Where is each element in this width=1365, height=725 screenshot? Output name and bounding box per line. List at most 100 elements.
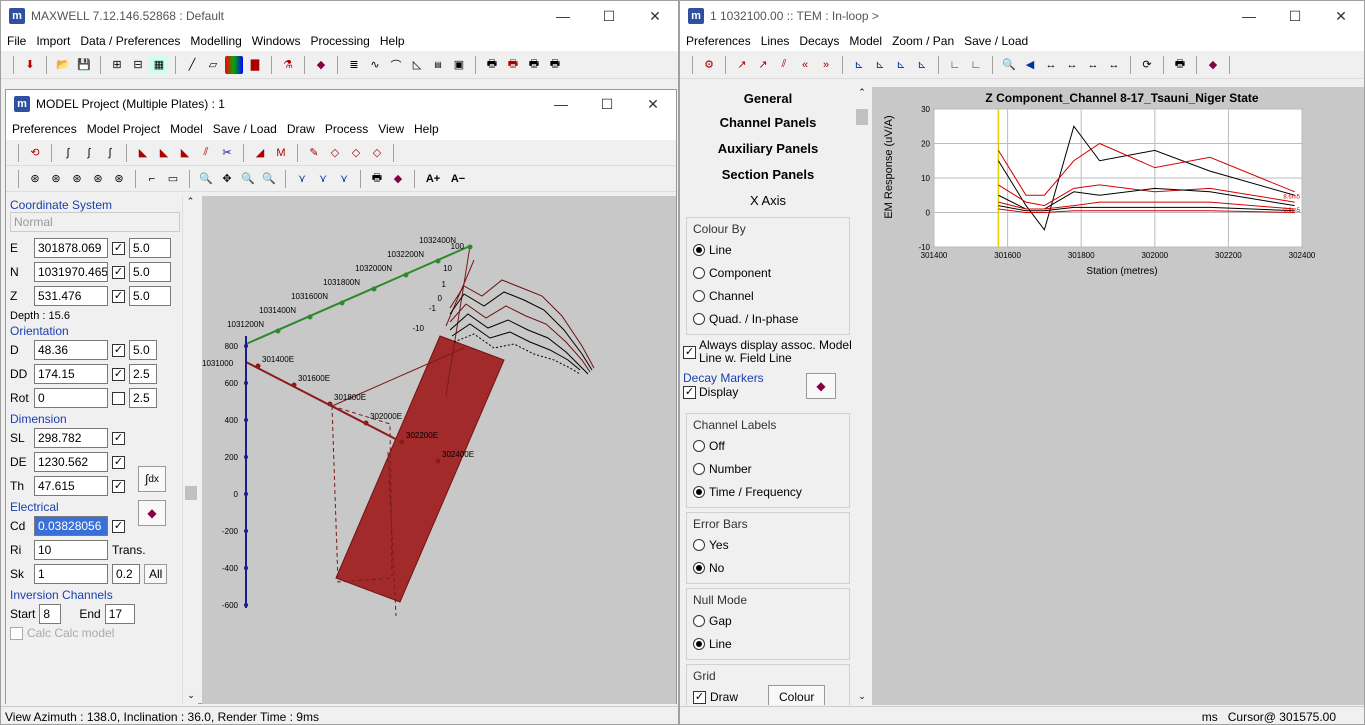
d-input[interactable]: 48.36 xyxy=(34,340,108,360)
radio-channel[interactable] xyxy=(693,289,705,302)
rewind-icon[interactable]: « xyxy=(796,56,814,74)
model-menu-model[interactable]: Model xyxy=(170,122,203,136)
conductor-plate[interactable] xyxy=(335,335,505,603)
calc-model-row[interactable]: Calc Calc model xyxy=(10,626,186,640)
filter-1-icon[interactable]: ⋎ xyxy=(293,170,311,188)
map-icon[interactable]: ▦ xyxy=(150,55,168,74)
sl-input[interactable]: 298.782 xyxy=(34,428,108,448)
channel-labels-number-option[interactable]: Number xyxy=(693,457,843,480)
tem-print-icon[interactable]: 🖶 xyxy=(1171,56,1189,74)
frame-icon[interactable]: ▭ xyxy=(164,170,182,188)
save-icon[interactable]: 💾 xyxy=(75,56,93,74)
th-checkbox[interactable]: ✓ xyxy=(112,479,125,493)
nav-auxiliary-panels[interactable]: Auxiliary Panels xyxy=(680,135,856,161)
label-1-icon[interactable]: ⊾ xyxy=(850,56,868,74)
menu-data-preferences[interactable]: Data / Preferences xyxy=(80,34,180,48)
z-step-input[interactable]: 5.0 xyxy=(129,286,171,306)
channel-labels-off-option[interactable]: Off xyxy=(693,434,843,457)
cd-checkbox[interactable]: ✓ xyxy=(112,519,125,533)
refresh-model-icon[interactable]: ⟲ xyxy=(26,144,44,162)
zoom-auto-icon[interactable]: 🔍 xyxy=(1000,56,1018,74)
grid-colour-button[interactable]: Colour xyxy=(768,685,826,705)
d-step-input[interactable]: 5.0 xyxy=(129,340,157,360)
model-close-button[interactable]: ✕ xyxy=(630,90,676,118)
options-scroll-up-icon[interactable]: ⌃ xyxy=(854,87,870,101)
plate-outline3-icon[interactable]: ◇ xyxy=(368,144,386,162)
tem-maximize-button[interactable]: ☐ xyxy=(1272,1,1318,31)
select-all-icon[interactable]: ↗ xyxy=(754,56,772,74)
view-5-icon[interactable]: ⊛ xyxy=(110,170,128,188)
model-menu-preferences[interactable]: Preferences xyxy=(12,122,77,136)
pan-icon[interactable]: ✥ xyxy=(218,170,236,188)
model-menu-view[interactable]: View xyxy=(378,122,404,136)
triangle-icon[interactable]: ◺ xyxy=(408,56,426,74)
label-n-icon[interactable]: ⊾ xyxy=(892,56,910,74)
options-scroll-thumb[interactable] xyxy=(856,109,868,125)
maximize-button[interactable]: ☐ xyxy=(586,1,632,31)
model-maximize-button[interactable]: ☐ xyxy=(584,90,630,118)
expand-h4-icon[interactable]: ↔ xyxy=(1105,56,1123,74)
options-scrollbar[interactable]: ⌃ ⌄ xyxy=(854,87,870,705)
grid-icon[interactable]: ⊞ xyxy=(108,56,126,74)
colour-by-component-option[interactable]: Component xyxy=(693,261,843,284)
d-checkbox[interactable]: ✓ xyxy=(112,343,125,357)
forward-icon[interactable]: » xyxy=(817,56,835,74)
decay-book-button[interactable]: ◆ xyxy=(806,373,836,399)
start-input[interactable]: 8 xyxy=(39,604,62,624)
book-button[interactable]: ◆ xyxy=(138,500,166,526)
model-3d-viewport[interactable]: 1032400N 1032200N 1032000N 1031800N 1031600N… xyxy=(202,196,676,704)
redraw-icon[interactable]: ⟳ xyxy=(1138,56,1156,74)
decay-icon[interactable]: ∿ xyxy=(366,56,384,74)
window-icon[interactable]: ▣ xyxy=(450,56,468,74)
edit-icon[interactable]: ✎ xyxy=(305,144,323,162)
end-input[interactable]: 17 xyxy=(104,604,135,624)
import-icon[interactable]: ⬇ xyxy=(21,56,39,74)
model-menu-model-project[interactable]: Model Project xyxy=(87,122,160,136)
tem-book-icon[interactable]: ◆ xyxy=(1204,56,1222,74)
chart-icon[interactable]: ▇ xyxy=(246,56,264,74)
process-icon[interactable]: ⚗ xyxy=(279,56,297,74)
tem-close-button[interactable]: ✕ xyxy=(1318,1,1364,31)
radio-null-line[interactable] xyxy=(693,637,705,650)
plate-red-icon[interactable]: ◣ xyxy=(134,144,152,162)
chart-area[interactable]: Z Component_Channel 8-17_Tsauni_Niger St… xyxy=(872,87,1364,705)
model-3d-scene[interactable]: 1032400N1032200N1032000N1031800N1031600N… xyxy=(202,196,676,704)
nav-x-axis[interactable]: X Axis xyxy=(680,187,856,213)
e-step-input[interactable]: 5.0 xyxy=(129,238,171,258)
scroll-down-icon[interactable]: ⌄ xyxy=(183,690,199,704)
view-3-icon[interactable]: ⊛ xyxy=(68,170,86,188)
view-2-icon[interactable]: ⊛ xyxy=(47,170,65,188)
expand-h3-icon[interactable]: ↔ xyxy=(1084,56,1102,74)
radio-no[interactable] xyxy=(693,561,705,574)
menu-import[interactable]: Import xyxy=(36,34,70,48)
n-checkbox[interactable]: ✓ xyxy=(112,265,125,279)
always-display-option[interactable]: ✓ Always display assoc. Model Line w. Fi… xyxy=(680,339,856,365)
print-setup-icon[interactable]: 🖶 xyxy=(525,56,543,74)
integral-all-icon[interactable]: ∫ xyxy=(80,144,98,162)
always-display-checkbox[interactable]: ✓ xyxy=(683,345,696,359)
data-table-icon[interactable]: ▤ xyxy=(429,56,447,74)
integral-tdr-icon[interactable]: ∫ xyxy=(101,144,119,162)
line-tool-icon[interactable]: ╱ xyxy=(183,56,201,74)
zoom-out-icon[interactable]: 🔍 xyxy=(260,170,278,188)
tem-menu-decays[interactable]: Decays xyxy=(799,34,839,48)
menu-windows[interactable]: Windows xyxy=(252,34,301,48)
cd-input[interactable]: 0.03828056 xyxy=(34,516,108,536)
view-4-icon[interactable]: ⊛ xyxy=(89,170,107,188)
open-folder-icon[interactable]: 📂 xyxy=(54,56,72,74)
radio-time-frequency[interactable] xyxy=(693,485,705,498)
menu-file[interactable]: File xyxy=(7,34,26,48)
expand-h2-icon[interactable]: ↔ xyxy=(1063,56,1081,74)
axes-icon[interactable]: ⌐ xyxy=(143,170,161,188)
tem-menu-lines[interactable]: Lines xyxy=(761,34,790,48)
properties-scrollbar[interactable]: ⌃ ⌄ xyxy=(182,196,198,704)
rot-checkbox[interactable] xyxy=(112,391,125,405)
rot-step-input[interactable]: 2.5 xyxy=(129,388,157,408)
th-input[interactable]: 47.615 xyxy=(34,476,108,496)
plate-add-icon[interactable]: ◣ xyxy=(155,144,173,162)
n-step-input[interactable]: 5.0 xyxy=(129,262,171,282)
font-decrease-button[interactable]: A− xyxy=(447,170,469,188)
tem-menu-zoom-pan[interactable]: Zoom / Pan xyxy=(892,34,954,48)
z-input[interactable]: 531.476 xyxy=(34,286,108,306)
plate-outline2-icon[interactable]: ◇ xyxy=(347,144,365,162)
